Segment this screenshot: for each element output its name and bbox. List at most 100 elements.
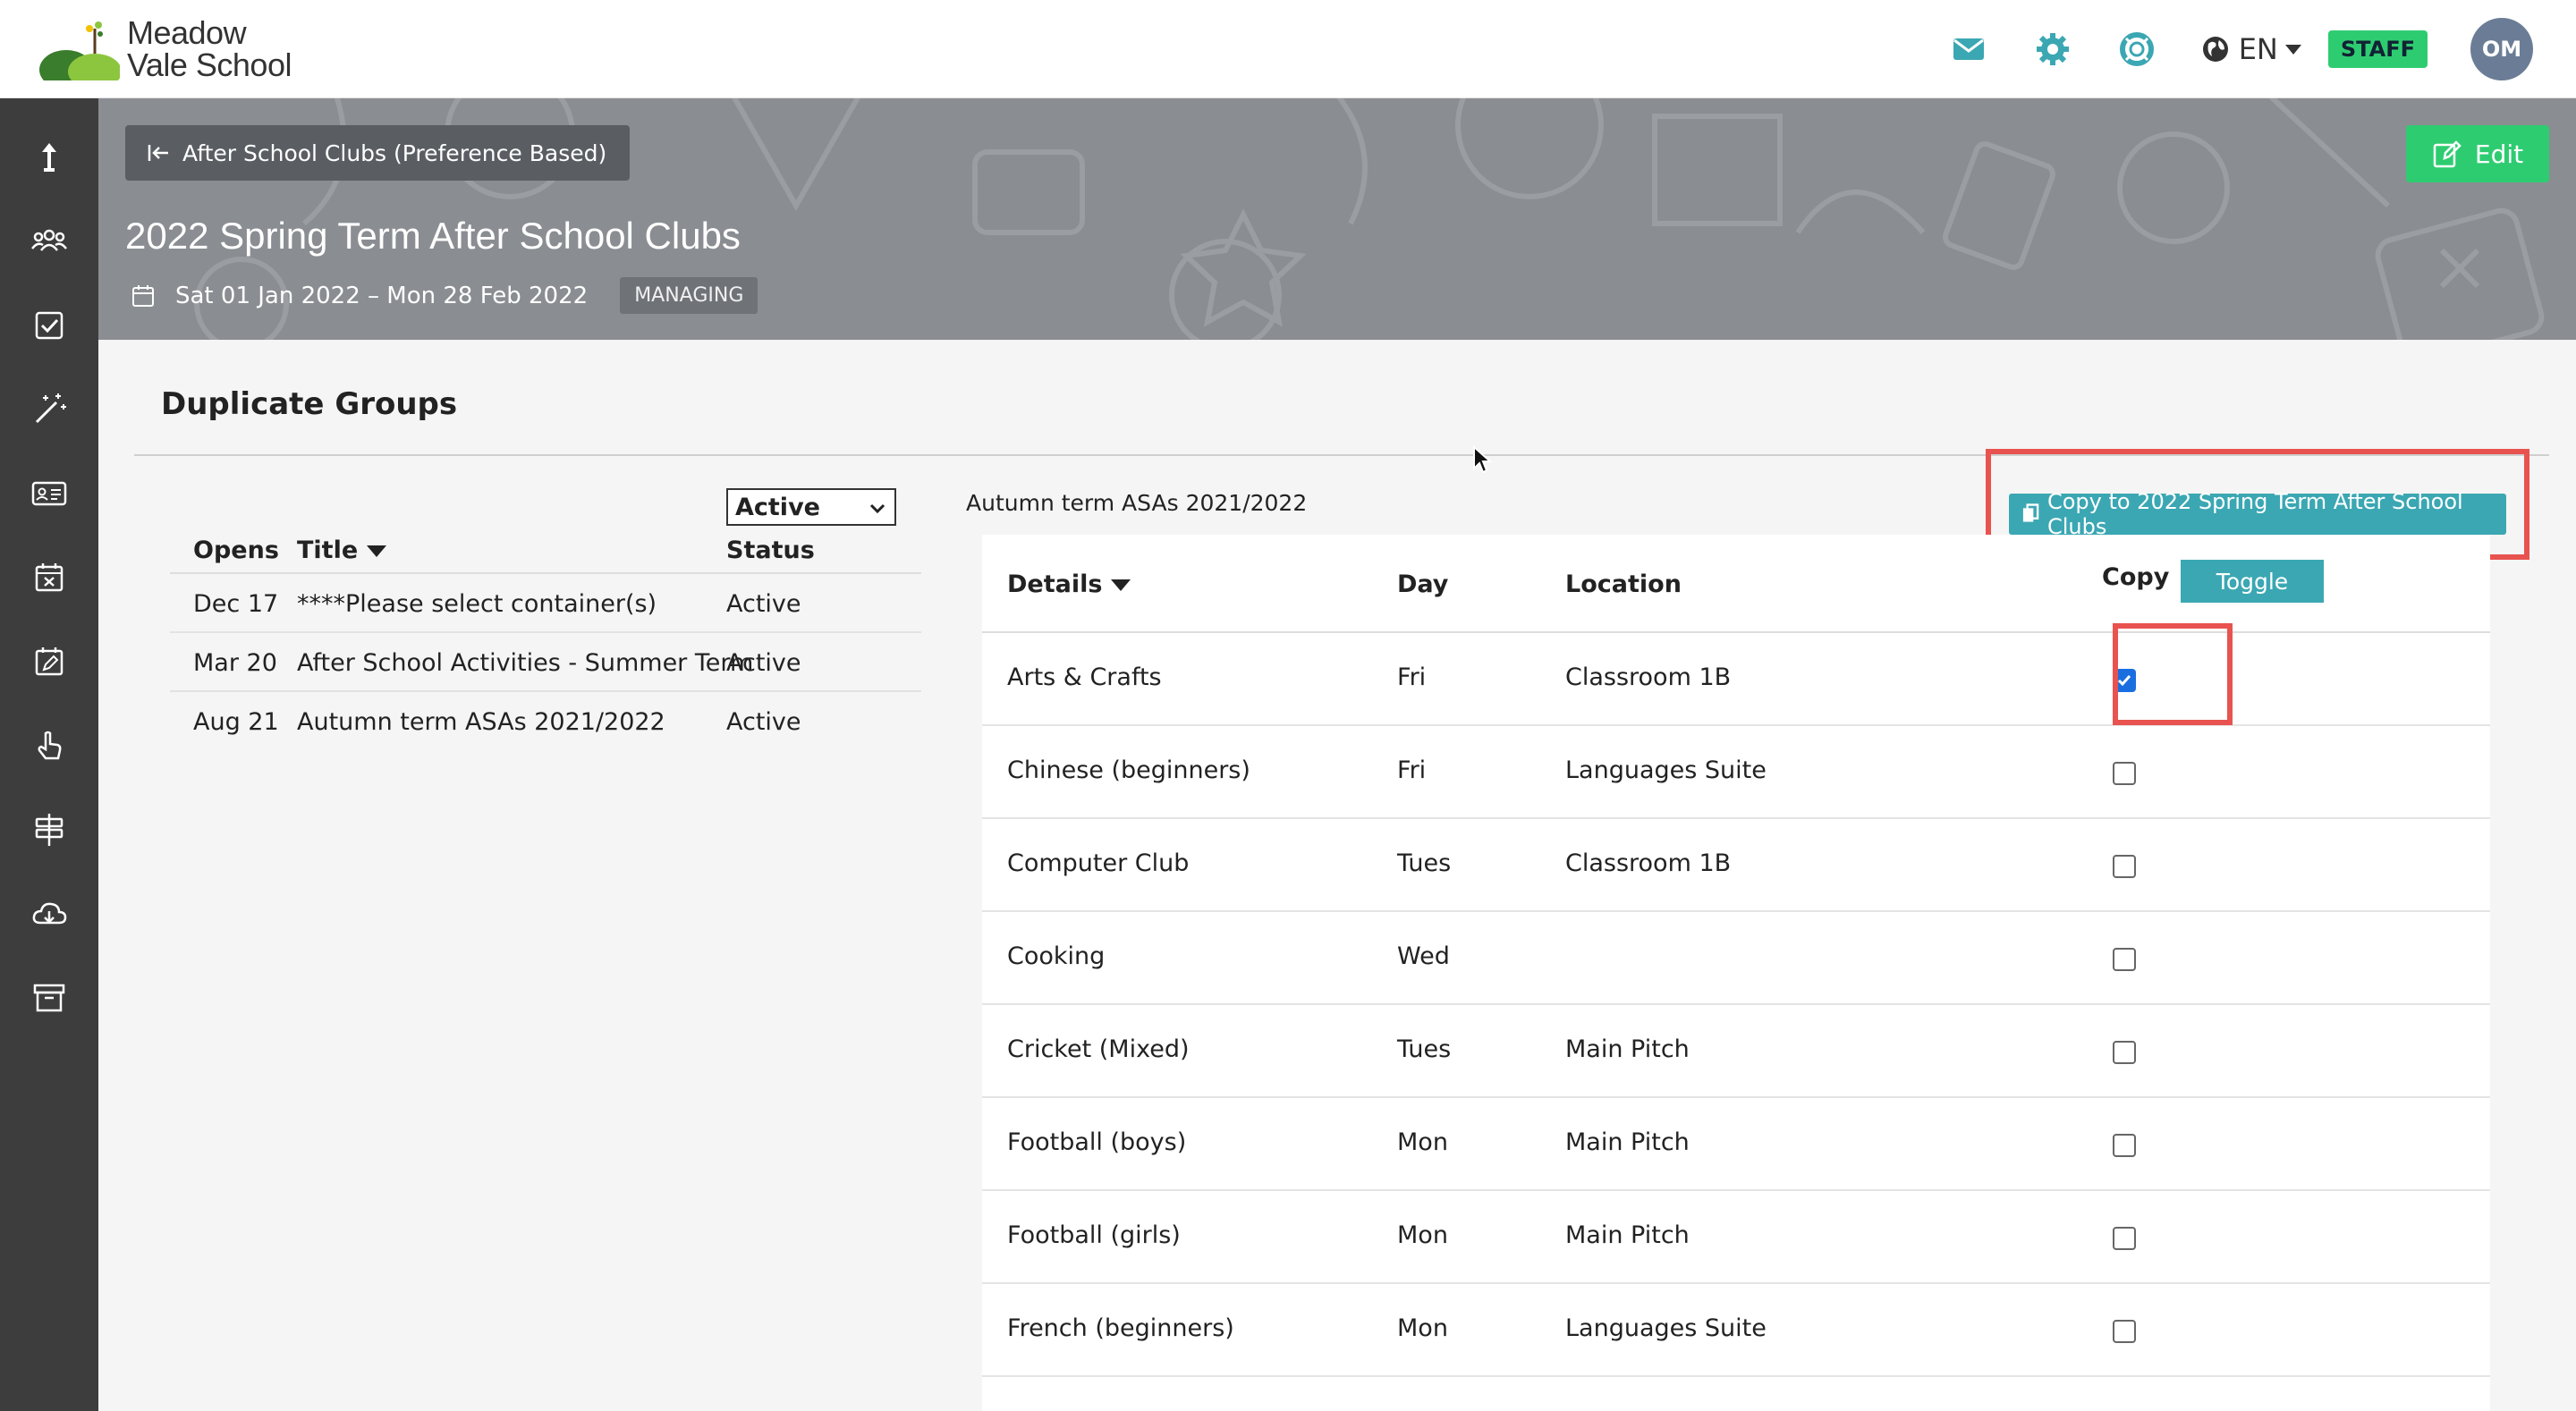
sidebar-item-cancellations[interactable] [0,551,98,604]
school-logo[interactable]: Meadow Vale School [39,16,292,82]
column-header-details[interactable]: Details [1007,570,1131,598]
table-row[interactable]: Mar 20 After School Activities - Summer … [170,633,921,692]
table-row[interactable]: Computer Club Tues Classroom 1B [982,819,2490,912]
back-button-label: After School Clubs (Preference Based) [182,139,607,166]
help-lifebuoy-icon[interactable] [2117,30,2157,69]
calendar-edit-icon [35,647,64,676]
row-details: Arts & Crafts [1007,663,1162,691]
copy-checkbox[interactable] [2113,1320,2136,1343]
language-selector[interactable]: EN [2201,32,2301,66]
id-card-icon [31,481,67,506]
row-day: Mon [1397,1221,1448,1249]
column-header-opens[interactable]: Opens [193,537,279,564]
logo-text-line2: Vale School [127,46,292,83]
sidebar-item-magic[interactable] [0,383,98,436]
status-filter-select[interactable]: Active [726,488,896,526]
row-location: Main Pitch [1565,1035,1690,1063]
signpost-icon [35,814,64,846]
archive-box-icon [33,984,65,1012]
checkbox-icon [35,311,64,340]
managing-badge: MANAGING [620,277,758,314]
chevron-down-icon [869,503,886,514]
table-row[interactable]: Football (boys) Mon Main Pitch [982,1098,2490,1191]
copy-checkbox[interactable] [2113,1041,2136,1064]
column-header-details-label: Details [1007,570,1103,598]
copy-checkbox[interactable] [2113,1227,2136,1250]
edit-button[interactable]: Edit [2406,125,2549,182]
column-header-title[interactable]: Title [297,537,387,564]
section-title: Duplicate Groups [161,386,458,422]
page-banner: After School Clubs (Preference Based) 20… [98,98,2576,340]
chevron-down-icon [2284,44,2301,55]
table-row[interactable]: Chinese (beginners) Fri Languages Suite [982,726,2490,819]
column-header-location[interactable]: Location [1565,570,1682,598]
page-title: 2022 Spring Term After School Clubs [125,215,741,257]
row-status: Active [726,649,801,677]
table-row[interactable]: Arts & Crafts Fri Classroom 1B [982,633,2490,726]
sidebar-item-archive[interactable] [0,971,98,1025]
copy-checkbox[interactable] [2113,948,2136,971]
row-details: Cooking [1007,942,1106,970]
table-row[interactable]: Cricket (Mixed) Tues Main Pitch [982,1005,2490,1098]
copy-checkbox[interactable] [2113,1134,2136,1157]
sidebar-item-signpost[interactable] [0,803,98,857]
row-title: After School Activities - Summer Term [297,649,754,677]
table-row[interactable]: Cooking Wed [982,912,2490,1005]
row-day: Fri [1397,663,1427,691]
row-details: French (beginners) [1007,1314,1234,1342]
edit-pencil-icon [2433,140,2462,168]
column-header-copy: Copy [2102,563,2170,591]
column-header-status[interactable]: Status [726,537,815,564]
groups-table-header: Details Day Location Copy Toggle [982,535,2490,633]
row-location: Languages Suite [1565,1314,1767,1342]
globe-icon [2202,37,2228,62]
arrow-left-to-line-icon [148,145,168,161]
sidebar-item-tasks[interactable] [0,299,98,352]
sidebar-nav [0,98,98,1411]
calendar-icon [132,284,154,307]
table-row[interactable]: French (beginners) Mon Languages Suite [982,1284,2490,1377]
mail-icon[interactable] [1949,30,1988,69]
toggle-all-button[interactable]: Toggle [2181,560,2324,603]
sidebar-item-schedule[interactable] [0,635,98,689]
groups-table: Details Day Location Copy Toggle Arts & … [982,535,2490,1411]
sidebar-item-choices[interactable] [0,719,98,773]
logo-text-line1: Meadow [127,14,247,51]
user-avatar[interactable]: OM [2470,18,2533,80]
row-day: Wed [1397,942,1450,970]
people-group-icon [31,229,67,251]
highlight-annotation-checkbox [2113,623,2233,725]
copy-checkbox[interactable] [2113,762,2136,785]
row-location: Languages Suite [1565,756,1767,784]
sidebar-item-download[interactable] [0,887,98,941]
row-location: Main Pitch [1565,1221,1690,1249]
row-status: Active [726,590,801,618]
sidebar-item-people[interactable] [0,215,98,268]
mouse-cursor-icon [1473,445,1493,474]
table-row[interactable]: Dec 17 ****Please select container(s) Ac… [170,574,921,633]
row-details: Football (boys) [1007,1128,1187,1156]
back-button[interactable]: After School Clubs (Preference Based) [125,125,631,181]
calendar-x-icon [35,563,64,592]
magic-wand-icon [35,393,66,424]
row-opens: Dec 17 [193,590,279,618]
copy-checkbox[interactable] [2113,855,2136,878]
row-details: Chinese (beginners) [1007,756,1250,784]
hand-pointer-icon [38,731,62,760]
sidebar-item-upload[interactable] [0,131,98,184]
containers-table: Opens Title Status Dec 17 ****Please sel… [170,526,921,751]
sort-descending-icon [1111,579,1131,591]
table-row[interactable]: Football (girls) Mon Main Pitch [982,1191,2490,1284]
row-location: Classroom 1B [1565,849,1732,877]
cloud-download-icon [32,902,67,925]
date-range-text: Sat 01 Jan 2022 – Mon 28 Feb 2022 [175,282,589,309]
row-day: Fri [1397,756,1427,784]
settings-gear-icon[interactable] [2033,30,2072,69]
language-code: EN [2238,32,2278,66]
row-details: Football (girls) [1007,1221,1181,1249]
table-row[interactable]: Aug 21 Autumn term ASAs 2021/2022 Active [170,692,921,751]
column-header-day[interactable]: Day [1397,570,1448,598]
row-opens: Aug 21 [193,708,279,736]
staff-badge: STAFF [2327,30,2428,68]
sidebar-item-cards[interactable] [0,467,98,520]
